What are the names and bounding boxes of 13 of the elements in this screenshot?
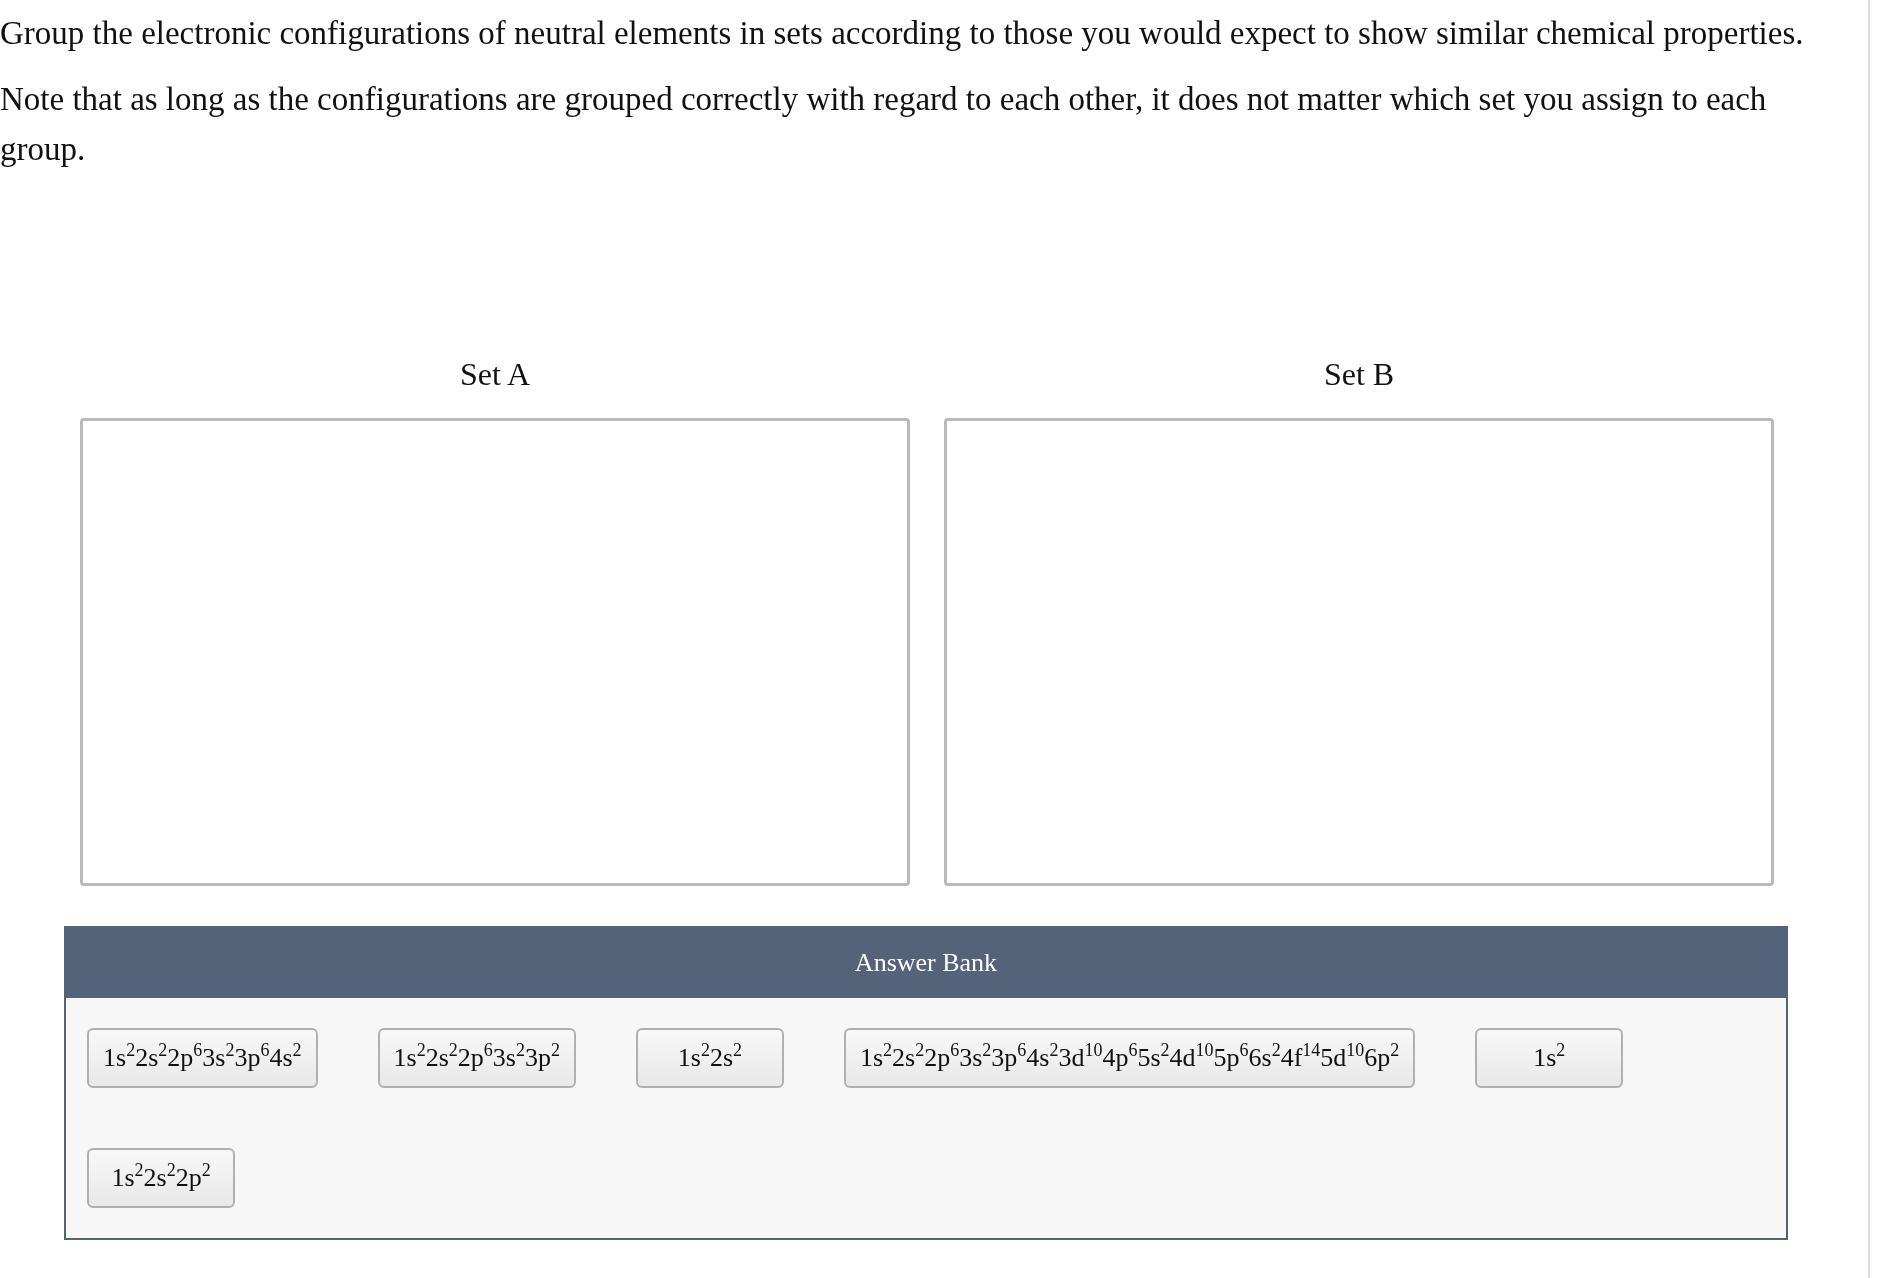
answer-bank-title: Answer Bank [66,928,1786,998]
answer-chip[interactable]: 1s$^{2}$2s$^{2}$2p$^{6}$3s$^{2}$3p$^{2}$ [377,1028,576,1088]
answer-chip[interactable]: 1s$^{2}$2s$^{2}$ [635,1028,784,1088]
answer-chip[interactable]: 1s$^{2}$2s$^{2}$2p$^{6}$3s$^{2}$3p$^{6}$4s$^{2}$3d$^{10}$4p$^{6}$5s$^{2}$4d$^{10}$5p$^{6}$6s$^{2}$4f$^{14}$5d$^{10}$6p$^{2}$ [843,1028,1416,1088]
answer-chip[interactable]: 1s$^{2}$2s$^{2}$2p$^{6}$3s$^{2}$3p$^{6}$4s$^{2}$ [87,1028,318,1088]
answer-chip[interactable]: 1s$^{2}$2s$^{2}$2p$^{2}$ [87,1148,235,1208]
instruction-text: Note that as long as the configurations are grouped correctly with regard to each other, it does not matter which set you assign to each group. [0,80,1768,169]
set-label: Set A [459,355,531,394]
answer-chip[interactable]: 1s$^{2}$ [1475,1028,1624,1088]
drop-zone[interactable] [944,418,1774,886]
instruction-text: Group the electronic configurations of neutral elements in sets according to those you would expect to show similar chemical properties. [0,14,1805,53]
set-label: Set B [1323,355,1395,394]
drop-zone[interactable] [80,418,910,886]
